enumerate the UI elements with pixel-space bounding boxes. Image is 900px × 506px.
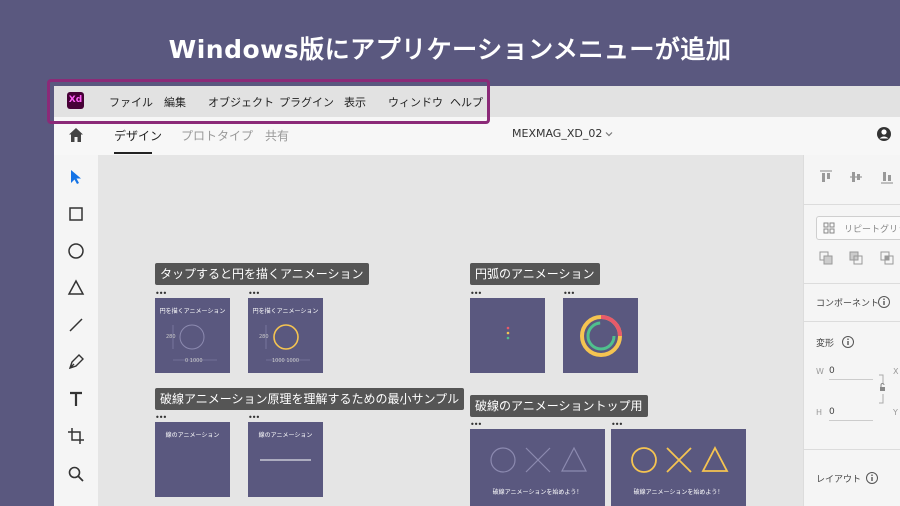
artboard-icon[interactable] (66, 426, 86, 446)
artboard-handle[interactable]: ••• (563, 290, 575, 298)
artboard-handle[interactable]: ••• (611, 421, 623, 429)
repeat-grid-label: リピートグリッ (844, 225, 900, 235)
headline: Windows版にアプリケーションメニューが追加 (168, 35, 732, 64)
artboard-group-label: 破線のアニメーショントップ用 (470, 395, 648, 417)
zoom-icon[interactable] (66, 464, 86, 484)
x-label: X (893, 367, 899, 376)
field-underline (829, 420, 873, 421)
artboard-tap-1[interactable]: 円を描くアニメーション 280 0 1000 (155, 298, 230, 373)
arc-dots-graphic (506, 326, 510, 340)
artboard-caption: 破線アニメーションを始めよう！ (492, 489, 583, 496)
height-label: H (816, 408, 823, 417)
ellipse-icon[interactable] (66, 241, 86, 261)
artboard-group-label: 円弧のアニメーション (470, 263, 600, 285)
canvas[interactable]: タップすると円を描くアニメーション ••• ••• 円を描くアニメーション 28… (98, 155, 803, 506)
arc-rings-graphic (580, 315, 622, 357)
polygon-icon[interactable] (66, 278, 86, 298)
home-icon[interactable] (67, 126, 85, 144)
panel-divider (804, 321, 900, 322)
line-graphic (260, 459, 311, 461)
active-tab-indicator (114, 152, 152, 154)
align-bottom-icon[interactable] (880, 170, 894, 184)
artboard-dash-2[interactable]: 線のアニメーション (248, 422, 323, 497)
transform-label: 変形 (816, 339, 835, 349)
pen-icon[interactable] (66, 352, 86, 372)
document-title[interactable]: MEXMAG_XD_02 (512, 127, 602, 140)
boolean-add-icon[interactable] (819, 251, 833, 265)
height-field[interactable]: 0 (829, 407, 835, 417)
artboard-dash-1[interactable]: 線のアニメーション (155, 422, 230, 497)
number-label: 280 (259, 334, 269, 340)
repeat-grid-button[interactable]: リピートグリッ (816, 216, 900, 240)
chevron-down-icon[interactable] (605, 130, 613, 138)
tab-prototype[interactable]: プロトタイプ (181, 127, 253, 144)
line-icon[interactable] (66, 315, 86, 335)
artboard-group-label: 破線アニメーション原理を理解するための最小サンプル (155, 388, 465, 410)
tab-design[interactable]: デザイン (114, 127, 162, 144)
artboard-tap-2[interactable]: 円を描くアニメーション 280 1000 1000 (248, 298, 323, 373)
boolean-intersect-icon[interactable] (880, 251, 894, 265)
lock-aspect-icon[interactable] (877, 374, 887, 404)
info-icon[interactable] (877, 295, 891, 309)
artboard-handle[interactable]: ••• (155, 290, 167, 298)
xd-app-window: Xd ファイル 編集 オブジェクト プラグイン 表示 ウィンドウ ヘルプ デザイ… (54, 86, 900, 506)
number-label: 0 1000 (185, 358, 203, 364)
number-label: 280 (166, 334, 176, 340)
artboard-handle[interactable]: ••• (470, 421, 482, 429)
panel-divider (804, 204, 900, 205)
y-label: Y (893, 408, 898, 417)
rectangle-icon[interactable] (66, 204, 86, 224)
component-label: コンポーネント (816, 299, 880, 309)
artboard-title: 線のアニメーション (165, 432, 220, 439)
artboard-handle[interactable]: ••• (248, 290, 260, 298)
user-account-icon[interactable] (876, 126, 892, 142)
artboard-arc-2[interactable] (563, 298, 638, 373)
repeat-grid-icon (823, 222, 835, 234)
boolean-subtract-icon[interactable] (849, 251, 863, 265)
artboard-handle[interactable]: ••• (248, 414, 260, 422)
panel-divider (804, 283, 900, 284)
align-middle-icon[interactable] (849, 170, 863, 184)
align-top-icon[interactable] (819, 170, 833, 184)
artboard-top-1[interactable]: 破線アニメーションを始めよう！ (470, 429, 605, 506)
panel-divider (804, 449, 900, 450)
artboard-group-label: タップすると円を描くアニメーション (155, 263, 369, 285)
width-label: W (816, 367, 824, 376)
number-label: 1000 1000 (272, 358, 300, 364)
field-underline (829, 379, 873, 380)
info-icon[interactable] (865, 471, 879, 485)
text-icon[interactable] (66, 389, 86, 409)
tools-panel (54, 155, 99, 506)
tab-share[interactable]: 共有 (265, 127, 289, 144)
artboard-caption: 破線アニメーションを始めよう！ (633, 489, 724, 496)
menu-highlight-frame (47, 79, 490, 124)
width-field[interactable]: 0 (829, 366, 835, 376)
select-arrow-icon[interactable] (66, 167, 86, 187)
artboard-top-2[interactable]: 破線アニメーションを始めよう！ (611, 429, 746, 506)
property-inspector: リピートグリッ コンポーネント 変形 W 0 X H 0 Y レ (803, 155, 900, 506)
artboard-handle[interactable]: ••• (155, 414, 167, 422)
artboard-arc-1[interactable] (470, 298, 545, 373)
artboard-handle[interactable]: ••• (470, 290, 482, 298)
info-icon[interactable] (841, 335, 855, 349)
layout-label: レイアウト (816, 475, 862, 485)
